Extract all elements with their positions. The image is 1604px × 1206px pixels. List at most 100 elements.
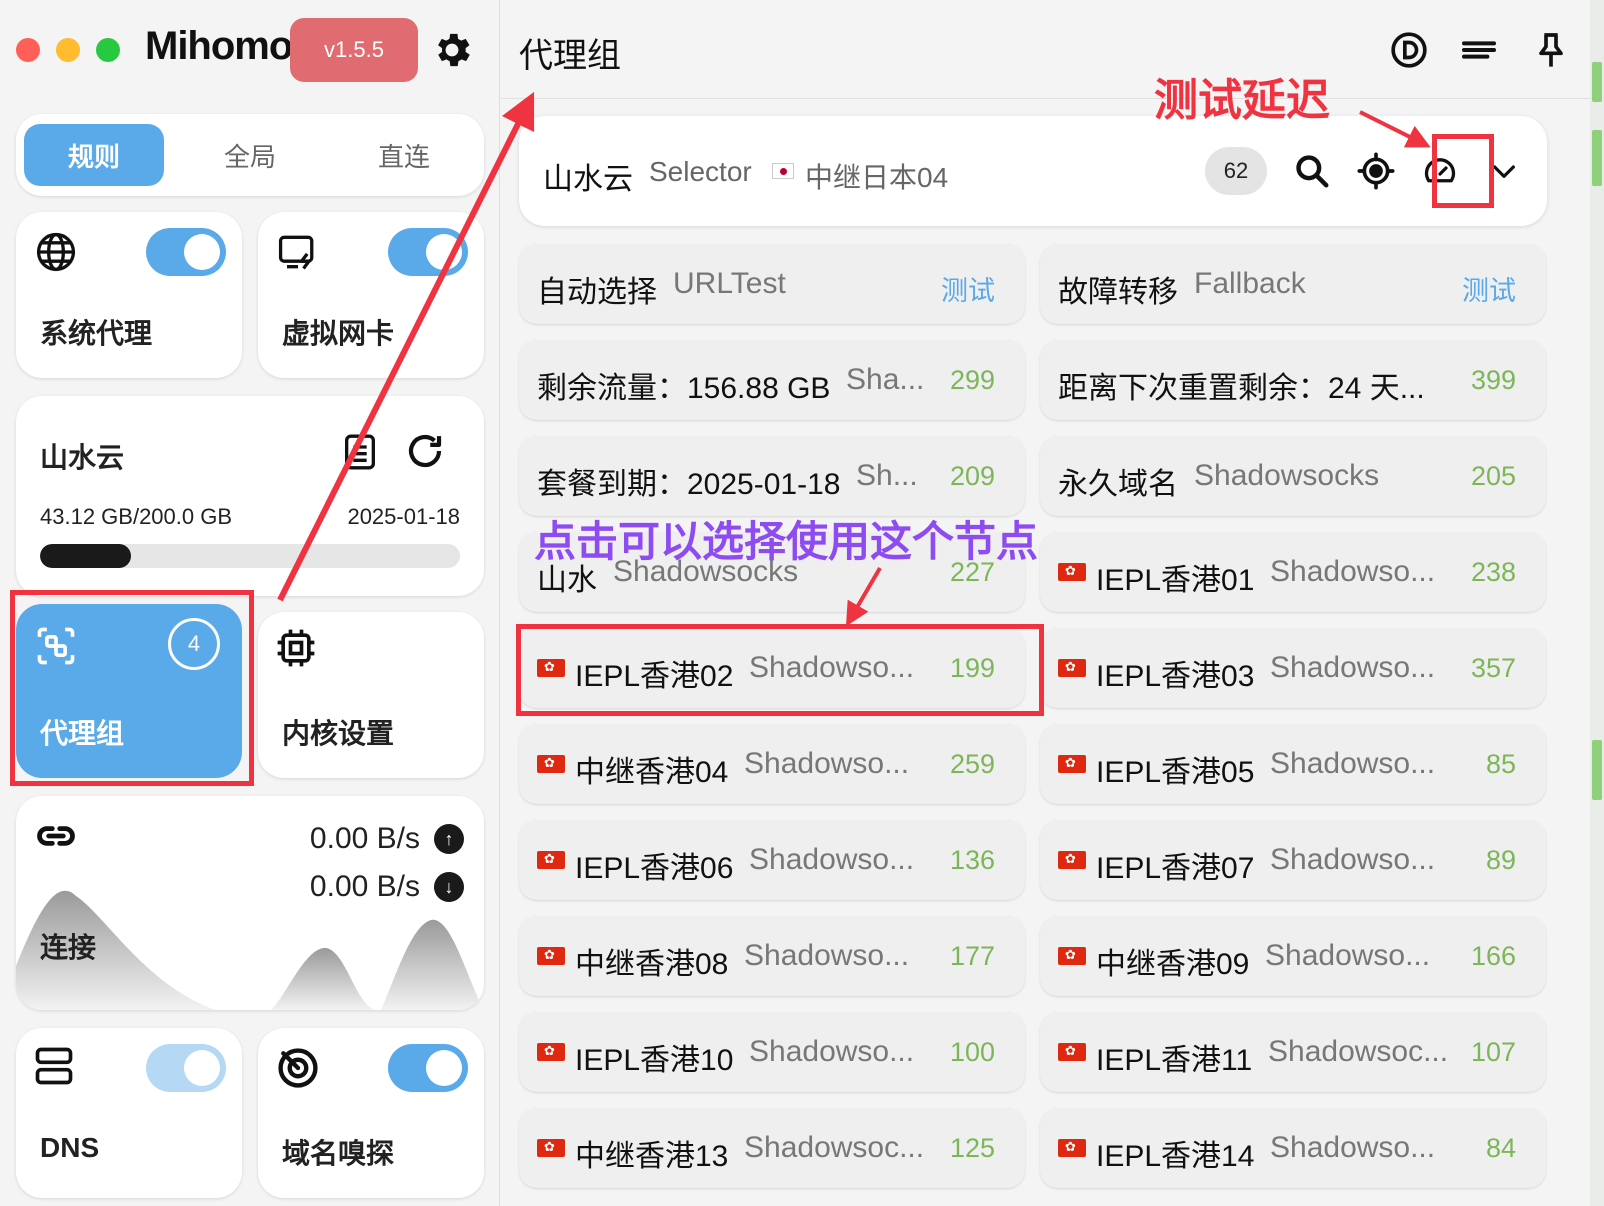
japan-flag-icon bbox=[772, 163, 794, 179]
app-logo: Mihomo bbox=[145, 24, 293, 68]
node-type: URLTest bbox=[673, 267, 786, 300]
node-name: IEPL香港11 bbox=[1096, 1044, 1253, 1077]
group-name: 山水云 bbox=[543, 163, 633, 196]
zoom-window-button[interactable] bbox=[96, 38, 120, 62]
node-type: Shadowso... bbox=[744, 939, 910, 972]
domain-sniff-label: 域名嗅探 bbox=[282, 1138, 395, 1169]
proxy-node-card[interactable]: IEPL香港06 Shadowso... 136 bbox=[519, 820, 1025, 900]
node-delay: 177 bbox=[949, 941, 995, 971]
annotation-box-node bbox=[516, 624, 1044, 716]
node-type: Sha... bbox=[846, 363, 925, 396]
node-type: Shadowso... bbox=[1270, 843, 1436, 876]
proxy-node-card[interactable]: IEPL香港11 Shadowsoc... 107 bbox=[1040, 1012, 1546, 1092]
subscription-name: 山水云 bbox=[40, 442, 125, 473]
node-delay: 125 bbox=[949, 1133, 995, 1163]
radar-icon bbox=[278, 1048, 318, 1088]
minimize-window-button[interactable] bbox=[56, 38, 80, 62]
node-name: 套餐到期：2025-01-18 bbox=[537, 468, 841, 501]
search-icon bbox=[1296, 155, 1329, 188]
node-name: 永久域名 bbox=[1058, 468, 1178, 501]
test-delay-link[interactable]: 测试 bbox=[1462, 269, 1516, 308]
subscription-usage-bar bbox=[40, 544, 460, 568]
version-badge[interactable]: v1.5.5 bbox=[290, 18, 418, 82]
system-proxy-card[interactable]: 系统代理 bbox=[16, 212, 242, 378]
node-name: IEPL香港14 bbox=[1096, 1140, 1255, 1173]
proxy-node-card[interactable]: IEPL香港01 Shadowso... 238 bbox=[1040, 532, 1546, 612]
node-delay: 166 bbox=[1470, 941, 1516, 971]
node-delay: 399 bbox=[1470, 365, 1516, 395]
hong-kong-flag-icon bbox=[1058, 945, 1086, 965]
kernel-settings-card[interactable]: 内核设置 bbox=[258, 612, 484, 778]
node-delay: 357 bbox=[1470, 653, 1516, 683]
proxy-node-card[interactable]: IEPL香港05 Shadowso... 85 bbox=[1040, 724, 1546, 804]
locate-button[interactable] bbox=[1351, 146, 1401, 196]
tab-mode-global[interactable]: 全局 bbox=[180, 124, 320, 186]
dns-toggle[interactable] bbox=[146, 1044, 226, 1092]
node-delay: 85 bbox=[1485, 749, 1516, 779]
pin-icon[interactable] bbox=[1531, 30, 1571, 70]
node-delay: 205 bbox=[1470, 461, 1516, 491]
proxy-node-card[interactable]: IEPL香港07 Shadowso... 89 bbox=[1040, 820, 1546, 900]
document-icon[interactable] bbox=[340, 432, 380, 472]
connections-card[interactable]: 0.00 B/s ↑ 0.00 B/s ↓ 连接 bbox=[16, 796, 484, 1010]
node-name: 中继香港13 bbox=[575, 1140, 729, 1173]
mode-tabs: 规则 全局 直连 bbox=[16, 114, 484, 196]
node-type: Fallback bbox=[1194, 267, 1306, 300]
hong-kong-flag-icon bbox=[1058, 849, 1086, 869]
hong-kong-flag-icon bbox=[1058, 657, 1086, 677]
proxy-node-card[interactable]: 中继香港13 Shadowsoc... 125 bbox=[519, 1108, 1025, 1188]
node-name: 故障转移 bbox=[1058, 276, 1178, 309]
connections-label: 连接 bbox=[40, 932, 97, 963]
proxy-group-header[interactable]: 山水云 Selector 中继日本04 62 bbox=[519, 116, 1547, 226]
node-name: IEPL香港05 bbox=[1096, 756, 1255, 789]
node-type: Shadowso... bbox=[1270, 651, 1436, 684]
tun-card[interactable]: 虚拟网卡 bbox=[258, 212, 484, 378]
proxy-node-card[interactable]: IEPL香港10 Shadowso... 100 bbox=[519, 1012, 1025, 1092]
gear-icon[interactable] bbox=[430, 28, 474, 72]
proxy-node-card[interactable]: IEPL香港03 Shadowso... 357 bbox=[1040, 628, 1546, 708]
subscription-card[interactable]: 山水云 43.12 GB/200.0 GB 2025-01-18 bbox=[16, 396, 484, 596]
node-name: IEPL香港07 bbox=[1096, 852, 1255, 885]
proxy-node-card[interactable]: 故障转移 Fallback 测试 bbox=[1040, 244, 1546, 324]
menu-lines-icon[interactable] bbox=[1459, 30, 1499, 70]
node-name: IEPL香港10 bbox=[575, 1044, 734, 1077]
tab-mode-rule[interactable]: 规则 bbox=[24, 124, 164, 186]
node-type: Shadowso... bbox=[744, 747, 910, 780]
tab-mode-direct[interactable]: 直连 bbox=[334, 124, 474, 186]
proxy-node-card[interactable]: 自动选择 URLTest 测试 bbox=[519, 244, 1025, 324]
proxy-node-card[interactable]: 永久域名 Shadowsocks 205 bbox=[1040, 436, 1546, 516]
hong-kong-flag-icon bbox=[537, 753, 565, 773]
annotation-box-proxy-group bbox=[10, 590, 254, 786]
proxy-node-card[interactable]: 套餐到期：2025-01-18 Sh... 209 bbox=[519, 436, 1025, 516]
node-delay: 209 bbox=[949, 461, 995, 491]
node-delay: 84 bbox=[1485, 1133, 1516, 1163]
proxy-node-card[interactable]: 中继香港04 Shadowso... 259 bbox=[519, 724, 1025, 804]
domain-sniff-toggle[interactable] bbox=[388, 1044, 468, 1092]
hong-kong-flag-icon bbox=[1058, 561, 1086, 581]
d-circle-icon[interactable] bbox=[1389, 30, 1429, 70]
test-delay-link[interactable]: 测试 bbox=[941, 269, 995, 308]
proxy-node-card[interactable]: 距离下次重置剩余：24 天... 399 bbox=[1040, 340, 1546, 420]
hong-kong-flag-icon bbox=[537, 849, 565, 869]
close-window-button[interactable] bbox=[16, 38, 40, 62]
system-proxy-toggle[interactable] bbox=[146, 228, 226, 276]
proxy-node-card[interactable]: 剩余流量：156.88 GB Sha... 299 bbox=[519, 340, 1025, 420]
tun-toggle[interactable] bbox=[388, 228, 468, 276]
group-node-count: 62 bbox=[1205, 147, 1267, 195]
locate-icon bbox=[1357, 152, 1395, 190]
proxy-node-card[interactable]: 中继香港08 Shadowso... 177 bbox=[519, 916, 1025, 996]
hong-kong-flag-icon bbox=[1058, 1041, 1086, 1061]
proxy-node-card[interactable]: 中继香港09 Shadowso... 166 bbox=[1040, 916, 1546, 996]
node-type: Shadowsoc... bbox=[744, 1131, 925, 1164]
domain-sniff-card[interactable]: 域名嗅探 bbox=[258, 1028, 484, 1198]
proxy-node-card[interactable]: IEPL香港14 Shadowso... 84 bbox=[1040, 1108, 1546, 1188]
node-name: IEPL香港06 bbox=[575, 852, 734, 885]
node-delay: 89 bbox=[1485, 845, 1516, 875]
dns-card[interactable]: DNS bbox=[16, 1028, 242, 1198]
traffic-sparkline bbox=[16, 890, 484, 1010]
refresh-icon[interactable] bbox=[404, 430, 446, 472]
search-button[interactable] bbox=[1287, 146, 1337, 196]
globe-icon bbox=[36, 232, 76, 272]
kernel-settings-label: 内核设置 bbox=[282, 718, 395, 749]
annotation-test-delay: 测试延迟 bbox=[1154, 76, 1330, 125]
